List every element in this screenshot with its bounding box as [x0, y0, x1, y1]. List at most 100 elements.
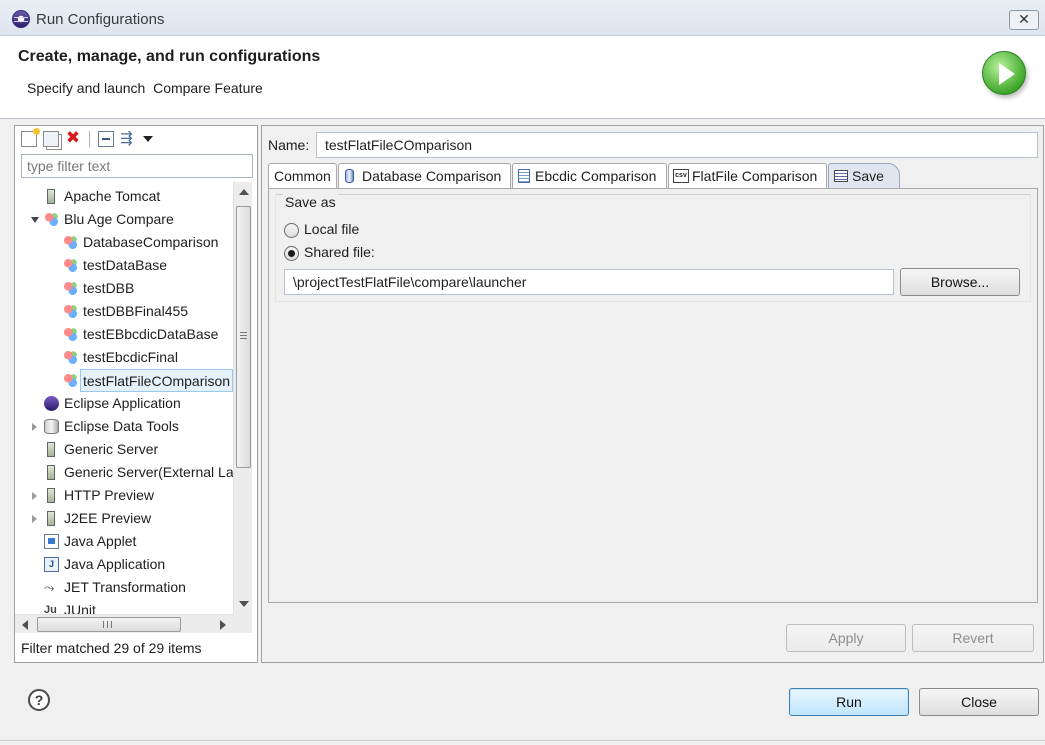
tree-item[interactable]: ⤳ JET Transformation: [15, 576, 233, 599]
scroll-right-icon[interactable]: [220, 620, 226, 630]
window-title: Run Configurations: [36, 11, 165, 28]
filter-icon[interactable]: ⇶: [120, 131, 136, 147]
duplicate-icon[interactable]: [43, 131, 59, 147]
server-icon: [47, 465, 55, 480]
name-field[interactable]: [316, 132, 1038, 158]
tab-save[interactable]: Save: [828, 163, 900, 188]
save-as-legend: Save as: [283, 194, 338, 210]
tree-item-label: testEbcdicFinal: [83, 349, 178, 365]
jet-icon: ⤳: [44, 580, 55, 595]
tree-item-label: Apache Tomcat: [64, 188, 161, 204]
tree-item[interactable]: testDataBase: [15, 254, 233, 277]
tab-database-comparison[interactable]: Database Comparison: [338, 163, 511, 188]
dialog-header: Create, manage, and run configurations S…: [0, 37, 1045, 119]
compare-icon: [63, 258, 78, 273]
tree-item-label: Eclipse Application: [64, 395, 181, 411]
apply-button[interactable]: Apply: [786, 624, 906, 652]
tree-item[interactable]: Apache Tomcat: [15, 185, 233, 208]
tree-item[interactable]: testDBB: [15, 277, 233, 300]
tree-item[interactable]: testDBBFinal455: [15, 300, 233, 323]
tab-flatfile-comparison[interactable]: csv FlatFile Comparison: [668, 163, 827, 188]
tree-item[interactable]: Java Applet: [15, 530, 233, 553]
tree-item-label: Java Applet: [64, 533, 137, 549]
tree-item[interactable]: Generic Server(External La: [15, 461, 233, 484]
collapsed-arrow-icon[interactable]: [32, 423, 37, 431]
toolbar-divider: [89, 131, 90, 147]
eclipse-icon: [12, 10, 30, 28]
collapse-all-icon[interactable]: [98, 131, 114, 147]
scrollbar-corner: [233, 614, 252, 633]
configuration-list-panel: ✖ ⇶ Apache Tomcat Blu Age Compare Database…: [14, 125, 258, 663]
compare-icon: [63, 235, 78, 250]
revert-button[interactable]: Revert: [912, 624, 1034, 652]
new-configuration-icon[interactable]: [21, 128, 40, 147]
server-icon: [47, 511, 55, 526]
grip-icon: [103, 621, 112, 628]
tree-item[interactable]: testEbcdicFinal: [15, 346, 233, 369]
server-icon: [47, 442, 55, 457]
tree-item[interactable]: Ju JUnit: [15, 599, 233, 614]
tab-label: Save: [852, 168, 884, 184]
database-icon: [44, 419, 59, 434]
tree-item[interactable]: Eclipse Data Tools: [15, 415, 233, 438]
tab-ebcdic-comparison[interactable]: Ebcdic Comparison: [512, 163, 667, 188]
save-tab-icon: [834, 170, 848, 182]
database-tab-icon: [345, 169, 354, 183]
dialog-subtitle: Specify and launch Compare Feature: [27, 80, 263, 96]
collapsed-arrow-icon[interactable]: [32, 515, 37, 523]
grip-icon: [240, 332, 247, 339]
tree-horizontal-scrollbar[interactable]: [15, 614, 233, 633]
tree-item-label: testDBB: [83, 280, 135, 296]
window-close-button[interactable]: ✕: [1009, 10, 1039, 30]
tree-vertical-scrollbar[interactable]: [233, 182, 252, 614]
junit-icon: Ju: [44, 604, 57, 614]
window-bottom-edge: [0, 740, 1045, 741]
shared-file-label[interactable]: Shared file:: [304, 244, 375, 260]
shared-file-path-input[interactable]: [284, 269, 894, 295]
tree-item-label: testDBBFinal455: [83, 303, 189, 319]
expanded-arrow-icon[interactable]: [31, 217, 39, 223]
view-menu-dropdown-icon[interactable]: [143, 136, 153, 142]
tree-item[interactable]: Eclipse Application: [15, 392, 233, 415]
tree-item-label: testDataBase: [83, 257, 168, 273]
tree-item-label: Java Application: [64, 556, 166, 572]
compare-icon: [63, 350, 78, 365]
browse-button[interactable]: Browse...: [900, 268, 1020, 296]
ebcdic-tab-icon: [518, 169, 530, 183]
title-bar: Run Configurations ✕: [0, 0, 1045, 36]
tree-item[interactable]: DatabaseComparison: [15, 231, 233, 254]
run-button[interactable]: Run: [789, 688, 909, 716]
help-icon[interactable]: ?: [28, 689, 50, 711]
save-as-group: Save as Local file Shared file: Browse..…: [275, 194, 1031, 302]
tab-common[interactable]: Common: [268, 163, 337, 188]
shared-file-radio[interactable]: [284, 246, 299, 261]
close-button[interactable]: Close: [919, 688, 1039, 716]
local-file-radio[interactable]: [284, 223, 299, 238]
scrollbar-thumb[interactable]: [236, 206, 251, 468]
delete-icon[interactable]: ✖: [65, 129, 81, 147]
tree-item[interactable]: Generic Server: [15, 438, 233, 461]
scroll-left-icon[interactable]: [22, 620, 28, 630]
scroll-down-icon[interactable]: [239, 601, 249, 607]
run-icon: [982, 51, 1026, 95]
save-tab-content: Save as Local file Shared file: Browse..…: [268, 188, 1038, 603]
compare-icon: [63, 281, 78, 296]
tree-item-label: Blu Age Compare: [64, 211, 174, 227]
tab-label: Ebcdic Comparison: [535, 168, 657, 184]
compare-icon: [63, 327, 78, 342]
configuration-tabs: Common Database Comparison Ebcdic Compar…: [268, 162, 1038, 188]
tree-item[interactable]: J2EE Preview: [15, 507, 233, 530]
scrollbar-thumb[interactable]: [37, 617, 181, 632]
local-file-label[interactable]: Local file: [304, 221, 359, 237]
filter-input[interactable]: [21, 154, 253, 178]
collapsed-arrow-icon[interactable]: [32, 492, 37, 500]
scroll-up-icon[interactable]: [239, 189, 249, 195]
tree-item[interactable]: HTTP Preview: [15, 484, 233, 507]
server-icon: [47, 189, 55, 204]
tree-item[interactable]: testFlatFileCOmparison: [15, 369, 233, 392]
tree-item[interactable]: J Java Application: [15, 553, 233, 576]
configuration-tree: Apache Tomcat Blu Age Compare DatabaseComp…: [15, 182, 233, 614]
tree-item[interactable]: Blu Age Compare: [15, 208, 233, 231]
configuration-editor-panel: Name: Common Database Comparison Ebcdic …: [261, 125, 1044, 663]
tree-item[interactable]: testEBbcdicDataBase: [15, 323, 233, 346]
